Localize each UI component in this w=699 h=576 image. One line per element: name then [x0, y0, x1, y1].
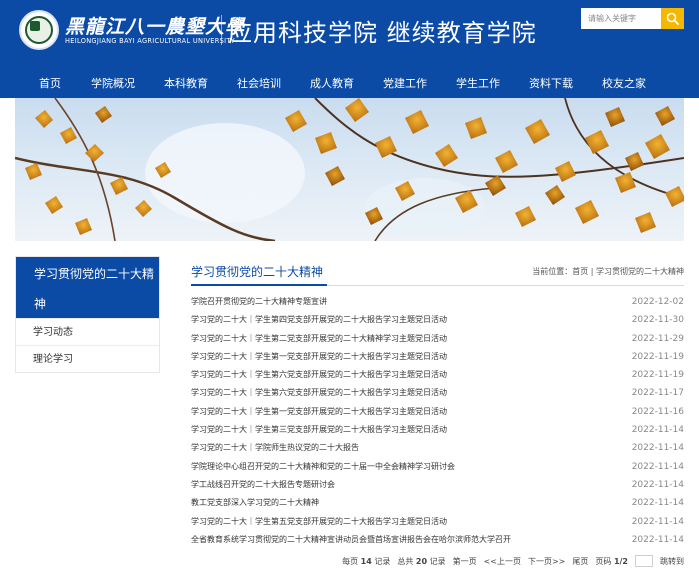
- list-item[interactable]: 学院召开贯彻党的二十大精神专题宣讲 2022-12-02: [191, 293, 684, 311]
- article-title[interactable]: 学院理论中心组召开党的二十大精神和党的二十届一中全会精神学习研讨会: [191, 458, 455, 476]
- per-page-count: 14: [360, 556, 372, 566]
- page-indicator: 页码 1/2: [595, 556, 628, 567]
- prev-page-link[interactable]: <<上一页: [484, 556, 521, 567]
- article-date: 2022-11-14: [631, 479, 684, 490]
- header-divider: [221, 15, 222, 45]
- article-title[interactable]: 学习党的二十大｜学生第六党支部开展党的二十大报告学习主题党日活动: [191, 366, 447, 384]
- list-item[interactable]: 学习党的二十大｜学生第一党支部开展党的二十大报告学习主题党日活动 2022-11-…: [191, 348, 684, 366]
- article-title[interactable]: 学习党的二十大｜学生第三党支部开展党的二十大报告学习主题党日活动: [191, 421, 447, 439]
- nav-about[interactable]: 学院概况: [91, 70, 135, 98]
- article-date: 2022-11-30: [631, 315, 684, 326]
- list-item[interactable]: 学习党的二十大｜学生第六党支部开展党的二十大报告学习主题党日活动 2022-11-…: [191, 384, 684, 402]
- article-title[interactable]: 学习党的二十大｜学生第六党支部开展党的二十大报告学习主题党日活动: [191, 384, 447, 402]
- article-title[interactable]: 学习党的二十大｜学生第二党支部开展党的二十大精神学习主题党日活动: [191, 330, 447, 348]
- article-title[interactable]: 全省教育系统学习贯彻党的二十大精神宣讲动员会暨首场宣讲报告会在哈尔滨师范大学召开: [191, 531, 511, 549]
- list-item[interactable]: 教工党支部深入学习党的二十大精神 2022-11-14: [191, 494, 684, 512]
- last-page-link[interactable]: 尾页: [572, 556, 588, 567]
- breadcrumb-separator: |: [588, 267, 596, 276]
- article-date: 2022-11-16: [631, 406, 684, 417]
- article-date: 2022-11-19: [631, 370, 684, 381]
- list-item[interactable]: 全省教育系统学习贯彻党的二十大精神宣讲动员会暨首场宣讲报告会在哈尔滨师范大学召开…: [191, 531, 684, 549]
- page-label: 页码: [595, 556, 612, 566]
- nav-party-building[interactable]: 党建工作: [383, 70, 427, 98]
- breadcrumb-label: 当前位置：: [532, 267, 573, 276]
- records-label: 记录: [429, 556, 446, 566]
- article-date: 2022-11-14: [631, 516, 684, 527]
- sidebar-item-theory[interactable]: 理论学习: [16, 345, 159, 372]
- nav-downloads[interactable]: 资料下载: [529, 70, 573, 98]
- university-seal-icon[interactable]: [19, 10, 59, 50]
- nav-alumni[interactable]: 校友之家: [602, 70, 646, 98]
- article-title[interactable]: 学习党的二十大｜学生第一党支部开展党的二十大报告学习主题党日活动: [191, 403, 447, 421]
- list-item[interactable]: 学习党的二十大｜学生第一党支部开展党的二十大报告学习主题党日活动 2022-11-…: [191, 403, 684, 421]
- list-item[interactable]: 学习党的二十大｜学生第二党支部开展党的二十大精神学习主题党日活动 2022-11-…: [191, 330, 684, 348]
- total-label: 总共: [397, 556, 414, 566]
- nav-undergraduate[interactable]: 本科教育: [164, 70, 208, 98]
- article-title[interactable]: 教工党支部深入学习党的二十大精神: [191, 494, 319, 512]
- total-info: 总共 20 记录: [397, 556, 445, 567]
- breadcrumb-current[interactable]: 学习贯彻党的二十大精神: [596, 267, 684, 276]
- list-item[interactable]: 学习党的二十大｜学生第六党支部开展党的二十大报告学习主题党日活动 2022-11-…: [191, 366, 684, 384]
- per-page-label: 每页: [342, 556, 359, 566]
- list-item[interactable]: 学习党的二十大｜学生第五党支部开展党的二十大报告学习主题党日活动 2022-11-…: [191, 513, 684, 531]
- page-title: 学习贯彻党的二十大精神: [191, 265, 324, 279]
- header: 黑龍江八一農墾大學 HEILONGJIANG BAYI AGRICULTURAL…: [0, 0, 699, 98]
- total-count: 20: [415, 556, 428, 566]
- school-name-cn: 黑龍江八一農墾大學: [65, 16, 246, 38]
- sidebar-item-news[interactable]: 学习动态: [16, 318, 159, 345]
- school-name-en: HEILONGJIANG BAYI AGRICULTURAL UNIVERSIT…: [65, 37, 235, 45]
- records-label: 记录: [374, 556, 391, 566]
- breadcrumb: 当前位置：首页 | 学习贯彻党的二十大精神: [532, 266, 684, 277]
- per-page-info: 每页 14 记录: [342, 556, 390, 567]
- search-input[interactable]: [581, 8, 661, 29]
- list-item[interactable]: 学院理论中心组召开党的二十大精神和党的二十届一中全会精神学习研讨会 2022-11…: [191, 458, 684, 476]
- nav-student-work[interactable]: 学生工作: [456, 70, 500, 98]
- banner-image: [15, 98, 684, 241]
- article-title[interactable]: 学工战线召开党的二十大报告专题研讨会: [191, 476, 335, 494]
- search-box: [581, 8, 684, 29]
- seal-center: [30, 21, 40, 31]
- article-title[interactable]: 学习党的二十大｜学生第四党支部开展党的二十大报告学习主题党日活动: [191, 311, 447, 329]
- list-item[interactable]: 学习党的二十大｜学生第三党支部开展党的二十大报告学习主题党日活动 2022-11-…: [191, 421, 684, 439]
- title-underline: [191, 284, 327, 286]
- article-date: 2022-11-29: [631, 333, 684, 344]
- search-button[interactable]: [661, 8, 684, 29]
- article-date: 2022-11-14: [631, 498, 684, 509]
- article-title[interactable]: 学习党的二十大｜学生第一党支部开展党的二十大报告学习主题党日活动: [191, 348, 447, 366]
- article-title[interactable]: 学院召开贯彻党的二十大精神专题宣讲: [191, 293, 327, 311]
- first-page-link[interactable]: 第一页: [453, 556, 477, 567]
- page-jump-input[interactable]: [635, 555, 653, 567]
- article-date: 2022-11-17: [631, 388, 684, 399]
- article-date: 2022-11-19: [631, 351, 684, 362]
- sidebar: 学习贯彻党的二十大精神 学习动态 理论学习: [15, 256, 160, 373]
- article-date: 2022-11-14: [631, 443, 684, 454]
- next-page-link[interactable]: 下一页>>: [528, 556, 565, 567]
- site-title: 应用科技学院 继续教育学院: [228, 19, 537, 47]
- list-item[interactable]: 学工战线召开党的二十大报告专题研讨会 2022-11-14: [191, 476, 684, 494]
- article-date: 2022-11-14: [631, 534, 684, 545]
- main-nav: 首页 学院概况 本科教育 社会培训 成人教育 党建工作 学生工作 资料下载 校友…: [0, 70, 699, 98]
- breadcrumb-home[interactable]: 首页: [572, 267, 588, 276]
- article-title[interactable]: 学习党的二十大｜学院师生热议党的二十大报告: [191, 439, 359, 457]
- article-title[interactable]: 学习党的二十大｜学生第五党支部开展党的二十大报告学习主题党日活动: [191, 513, 447, 531]
- pagination: 每页 14 记录 总共 20 记录 第一页 <<上一页 下一页>> 尾页 页码 …: [342, 554, 684, 568]
- search-icon: [666, 12, 679, 25]
- article-date: 2022-11-14: [631, 461, 684, 472]
- jump-to-link[interactable]: 跳转到: [660, 556, 684, 567]
- list-item[interactable]: 学习党的二十大｜学院师生热议党的二十大报告 2022-11-14: [191, 439, 684, 457]
- ginkgo-banner-graphic: [15, 98, 684, 241]
- list-item[interactable]: 学习党的二十大｜学生第四党支部开展党的二十大报告学习主题党日活动 2022-11-…: [191, 311, 684, 329]
- page-number: 1/2: [613, 556, 628, 566]
- article-date: 2022-12-02: [631, 297, 684, 307]
- article-list: 学院召开贯彻党的二十大精神专题宣讲 2022-12-02 学习党的二十大｜学生第四…: [191, 293, 684, 549]
- nav-home[interactable]: 首页: [39, 70, 61, 98]
- nav-adult-education[interactable]: 成人教育: [310, 70, 354, 98]
- article-date: 2022-11-14: [631, 425, 684, 436]
- sidebar-title: 学习贯彻党的二十大精神: [16, 257, 159, 318]
- nav-training[interactable]: 社会培训: [237, 70, 281, 98]
